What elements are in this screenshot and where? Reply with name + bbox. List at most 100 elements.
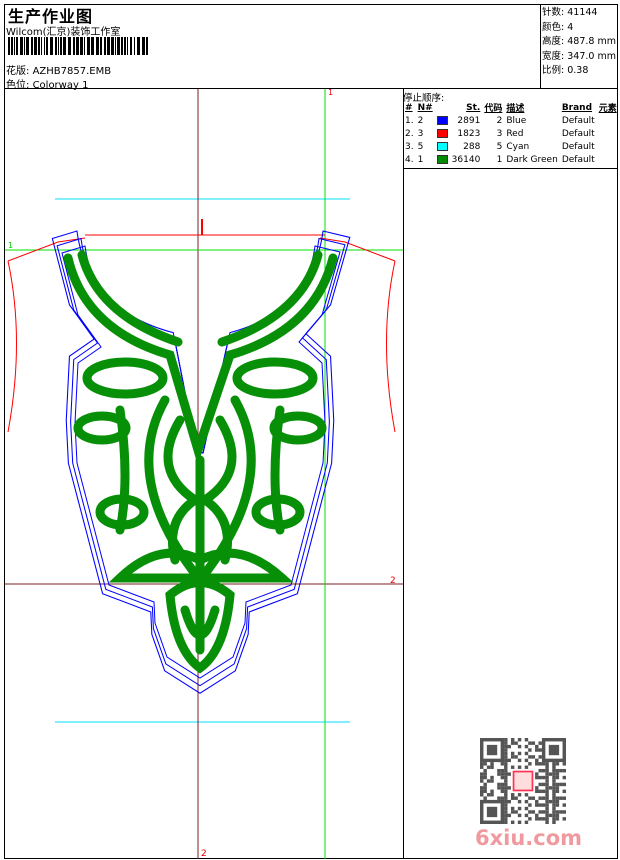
- barcode-bar: [16, 37, 18, 55]
- row-index: 1.: [405, 115, 414, 126]
- qr-module: [480, 786, 484, 790]
- col-stitches: St.: [466, 102, 481, 113]
- row-swatch: [435, 114, 450, 127]
- barcode-bar: [111, 37, 114, 55]
- qr-module: [504, 738, 508, 742]
- stat-label: 颜色:: [542, 21, 565, 33]
- qr-module: [480, 793, 484, 797]
- qr-module: [552, 803, 556, 807]
- qr-module: [504, 751, 508, 756]
- qr-module: [483, 789, 487, 794]
- qr-module: [541, 803, 546, 807]
- qr-module: [504, 755, 508, 759]
- row-code: 2: [496, 115, 503, 126]
- qr-module: [528, 810, 532, 814]
- qr-module: [517, 765, 522, 769]
- barcode-bar: [124, 37, 126, 55]
- qr-module: [486, 793, 491, 797]
- qr-module: [545, 817, 549, 821]
- qr-module: [514, 755, 518, 759]
- qr-module: [490, 789, 494, 794]
- barcode-bar: [146, 37, 148, 55]
- design-canvas: 1 1 2 2: [5, 89, 403, 859]
- barcode-bar: [20, 37, 23, 55]
- design-file: 花版: AZHB7857.EMB: [6, 62, 111, 77]
- qr-module: [555, 789, 560, 794]
- qr-module: [538, 782, 542, 787]
- qr-module: [528, 762, 532, 766]
- qr-module: [504, 744, 508, 749]
- qr-module: [517, 813, 522, 818]
- qr-module: [517, 738, 522, 742]
- guide-label-top: 1: [328, 89, 333, 97]
- qr-module: [552, 775, 556, 780]
- qr-module: [507, 772, 511, 776]
- qr-module: [552, 782, 556, 787]
- stat-label: 针数:: [542, 7, 565, 18]
- qr-module: [490, 762, 494, 766]
- qr-module: [517, 799, 522, 804]
- qr-module: [552, 768, 556, 773]
- stat-3: 宽度: 347.0 mm: [542, 48, 616, 62]
- qr-module: [507, 744, 511, 749]
- qr-module: [483, 796, 487, 800]
- qr-module: [514, 741, 518, 745]
- qr-module: [541, 796, 546, 800]
- row-needle: 1: [417, 154, 424, 165]
- qr-module: [552, 779, 556, 783]
- qr-module: [535, 775, 539, 780]
- qr-module: [538, 741, 542, 745]
- barcode-bar: [134, 37, 135, 55]
- table-row: 3. 5 288 5 Cyan Default: [403, 140, 619, 153]
- qr-module: [555, 775, 560, 780]
- qr-module: [504, 813, 508, 818]
- col-desc: 描述: [506, 104, 525, 114]
- qr-module: [545, 772, 549, 776]
- stat-value: 4: [567, 21, 574, 33]
- qr-module: [552, 817, 556, 821]
- qr-module: [555, 813, 560, 818]
- qr-module: [517, 793, 522, 797]
- barcode-bar: [34, 37, 37, 55]
- qr-module: [552, 786, 556, 790]
- row-needle: 5: [417, 141, 424, 152]
- table-row: 2. 3 1823 3 Red Default: [403, 127, 619, 140]
- barcode-bar: [96, 37, 99, 55]
- stat-value: 487.8 mm: [567, 36, 616, 47]
- stat-1: 颜色: 4: [542, 19, 573, 33]
- barcode-bar: [46, 37, 48, 55]
- qr-module: [545, 765, 549, 769]
- stat-label: 高度:: [542, 36, 565, 47]
- barcode-bar: [14, 37, 15, 55]
- qr-module: [555, 768, 560, 773]
- qr-module: [480, 762, 484, 766]
- barcode-bar: [63, 37, 66, 55]
- qr-module: [545, 810, 549, 814]
- qr-module: [504, 806, 508, 811]
- qr-module: [517, 751, 522, 756]
- qr-module: [555, 762, 560, 766]
- stop-sequence-table: # N# St. 代码 描述 Brand 元素 1. 2 2891 2 Blue…: [403, 101, 619, 166]
- qr-module: [528, 803, 532, 807]
- watermark-logo: 6xiu.com: [475, 826, 583, 850]
- qr-module: [552, 799, 556, 804]
- qr-module: [545, 796, 549, 800]
- qr-module: [517, 744, 522, 749]
- qr-module: [500, 768, 505, 773]
- embroidery-design: [63, 250, 338, 674]
- barcode-bar: [137, 37, 140, 55]
- qr-module: [510, 806, 515, 811]
- qr-module: [541, 817, 546, 821]
- qr-module: [535, 789, 539, 794]
- row-needle: 2: [417, 115, 424, 126]
- qr-module: [562, 762, 566, 766]
- row-stitches: 36140: [451, 154, 481, 165]
- qr-module: [538, 810, 542, 814]
- row-swatch: [435, 127, 450, 140]
- barcode-bar: [117, 37, 120, 55]
- qr-module: [552, 796, 556, 800]
- barcode-bar: [130, 37, 132, 55]
- qr-module: [555, 772, 560, 776]
- stat-2: 高度: 487.8 mm: [542, 33, 616, 47]
- row-brand: Default: [561, 115, 595, 126]
